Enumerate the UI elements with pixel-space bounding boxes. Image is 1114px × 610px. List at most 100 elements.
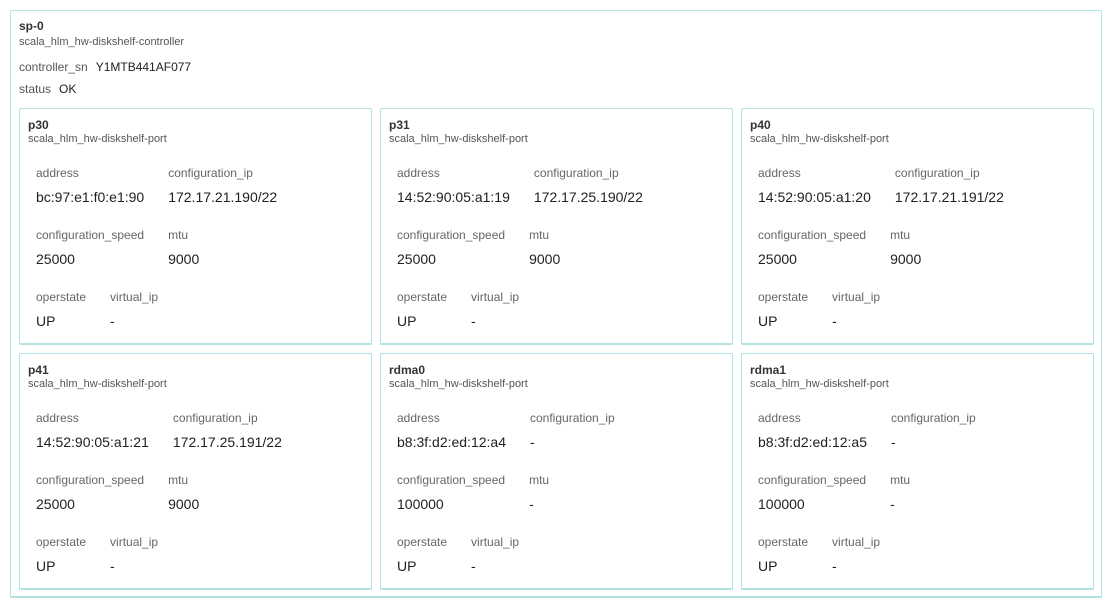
configuration-ip-value: 172.17.21.190/22 — [168, 189, 278, 205]
operstate-label: operstate — [397, 535, 448, 549]
port-fields: address 14:52:90:05:a1:20 configuration_… — [758, 166, 1085, 352]
port-fields: address b8:3f:d2:ed:12:a4 configuration_… — [397, 411, 724, 597]
port-name: p40 — [750, 118, 771, 132]
port-card-rdma1: rdma1 scala_hlm_hw-diskshelf-port addres… — [741, 353, 1094, 590]
operstate-field: operstate UP — [758, 290, 808, 352]
port-name: rdma1 — [750, 363, 787, 377]
port-fields: address b8:3f:d2:ed:12:a5 configuration_… — [758, 411, 1085, 597]
mtu-label: mtu — [890, 473, 911, 487]
operstate-value: UP — [397, 558, 417, 574]
address-field: address 14:52:90:05:a1:19 — [397, 166, 510, 228]
port-type: scala_hlm_hw-diskshelf-port — [389, 133, 528, 145]
configuration-speed-label: configuration_speed — [36, 473, 145, 487]
controller-name: sp-0 — [19, 19, 44, 33]
virtual-ip-label: virtual_ip — [832, 535, 881, 549]
configuration-ip-field: configuration_ip - — [530, 411, 615, 473]
port-type: scala_hlm_hw-diskshelf-port — [28, 133, 167, 145]
operstate-field: operstate UP — [36, 290, 86, 352]
field-row: configuration_speed 100000 mtu - — [397, 473, 724, 535]
virtual-ip-value: - — [110, 313, 115, 329]
field-row: operstate UP virtual_ip - — [758, 290, 1085, 352]
operstate-field: operstate UP — [397, 535, 447, 597]
field-row: configuration_speed 100000 mtu - — [758, 473, 1085, 535]
mtu-value: - — [890, 496, 895, 512]
operstate-label: operstate — [36, 535, 87, 549]
configuration-speed-label: configuration_speed — [758, 473, 867, 487]
virtual-ip-value: - — [832, 313, 837, 329]
port-fields: address bc:97:e1:f0:e1:90 configuration_… — [36, 166, 363, 352]
address-value: bc:97:e1:f0:e1:90 — [36, 189, 145, 205]
configuration-speed-label: configuration_speed — [397, 228, 506, 242]
configuration-speed-value: 100000 — [397, 496, 444, 512]
virtual-ip-label: virtual_ip — [110, 290, 159, 304]
field-row: operstate UP virtual_ip - — [397, 290, 724, 352]
field-row: configuration_speed 25000 mtu 9000 — [397, 228, 724, 290]
mtu-label: mtu — [529, 473, 550, 487]
configuration-speed-field: configuration_speed 25000 — [36, 473, 144, 535]
address-field: address 14:52:90:05:a1:21 — [36, 411, 149, 473]
address-field: address b8:3f:d2:ed:12:a5 — [758, 411, 867, 473]
configuration-ip-label: configuration_ip — [894, 166, 980, 180]
configuration-ip-label: configuration_ip — [530, 411, 615, 425]
address-value: b8:3f:d2:ed:12:a4 — [397, 434, 506, 450]
mtu-label: mtu — [890, 228, 911, 242]
address-label: address — [36, 166, 79, 180]
mtu-field: mtu 9000 — [168, 228, 199, 290]
controller-status-row: status OK — [19, 82, 76, 96]
controller-sn-row: controller_sn Y1MTB441AF077 — [19, 60, 191, 74]
operstate-label: operstate — [36, 290, 87, 304]
controller-card: sp-0 scala_hlm_hw-diskshelf-controller c… — [10, 10, 1102, 598]
virtual-ip-label: virtual_ip — [471, 290, 520, 304]
configuration-ip-value: 172.17.25.191/22 — [172, 434, 282, 450]
configuration-ip-label: configuration_ip — [533, 166, 619, 180]
field-row: address b8:3f:d2:ed:12:a5 configuration_… — [758, 411, 1085, 473]
configuration-ip-label: configuration_ip — [172, 411, 258, 425]
field-row: address 14:52:90:05:a1:19 configuration_… — [397, 166, 724, 228]
port-card-p40: p40 scala_hlm_hw-diskshelf-port address … — [741, 108, 1094, 345]
virtual-ip-value: - — [110, 558, 115, 574]
operstate-value: UP — [36, 313, 56, 329]
field-row: address b8:3f:d2:ed:12:a4 configuration_… — [397, 411, 724, 473]
operstate-label: operstate — [397, 290, 448, 304]
configuration-speed-label: configuration_speed — [36, 228, 145, 242]
virtual-ip-field: virtual_ip - — [110, 290, 158, 352]
configuration-speed-field: configuration_speed 100000 — [397, 473, 505, 535]
controller-type: scala_hlm_hw-diskshelf-controller — [19, 36, 185, 48]
address-label: address — [36, 411, 79, 425]
configuration-ip-value: 172.17.21.191/22 — [894, 189, 1004, 205]
virtual-ip-label: virtual_ip — [110, 535, 159, 549]
controller-status-label: status — [19, 82, 52, 96]
field-row: configuration_speed 25000 mtu 9000 — [36, 473, 363, 535]
virtual-ip-value: - — [832, 558, 837, 574]
mtu-label: mtu — [168, 228, 189, 242]
port-card-p30: p30 scala_hlm_hw-diskshelf-port address … — [19, 108, 372, 345]
address-value: 14:52:90:05:a1:20 — [758, 189, 871, 205]
configuration-ip-label: configuration_ip — [891, 411, 976, 425]
port-type: scala_hlm_hw-diskshelf-port — [389, 378, 528, 390]
virtual-ip-field: virtual_ip - — [471, 535, 519, 597]
port-card-rdma0: rdma0 scala_hlm_hw-diskshelf-port addres… — [380, 353, 733, 590]
address-label: address — [758, 166, 801, 180]
operstate-field: operstate UP — [397, 290, 447, 352]
operstate-value: UP — [36, 558, 56, 574]
virtual-ip-field: virtual_ip - — [471, 290, 519, 352]
configuration-speed-field: configuration_speed 100000 — [758, 473, 866, 535]
configuration-speed-value: 25000 — [397, 251, 436, 267]
operstate-field: operstate UP — [36, 535, 86, 597]
operstate-field: operstate UP — [758, 535, 808, 597]
address-field: address b8:3f:d2:ed:12:a4 — [397, 411, 506, 473]
field-row: operstate UP virtual_ip - — [36, 535, 363, 597]
field-row: operstate UP virtual_ip - — [758, 535, 1085, 597]
virtual-ip-label: virtual_ip — [832, 290, 881, 304]
field-row: address bc:97:e1:f0:e1:90 configuration_… — [36, 166, 363, 228]
configuration-ip-label: configuration_ip — [168, 166, 253, 180]
field-row: operstate UP virtual_ip - — [397, 535, 724, 597]
mtu-field: mtu 9000 — [168, 473, 199, 535]
field-row: operstate UP virtual_ip - — [36, 290, 363, 352]
configuration-speed-value: 25000 — [36, 496, 75, 512]
mtu-field: mtu 9000 — [890, 228, 921, 290]
port-name: rdma0 — [389, 363, 426, 377]
configuration-speed-value: 100000 — [758, 496, 805, 512]
port-fields: address 14:52:90:05:a1:21 configuration_… — [36, 411, 363, 597]
address-value: b8:3f:d2:ed:12:a5 — [758, 434, 867, 450]
